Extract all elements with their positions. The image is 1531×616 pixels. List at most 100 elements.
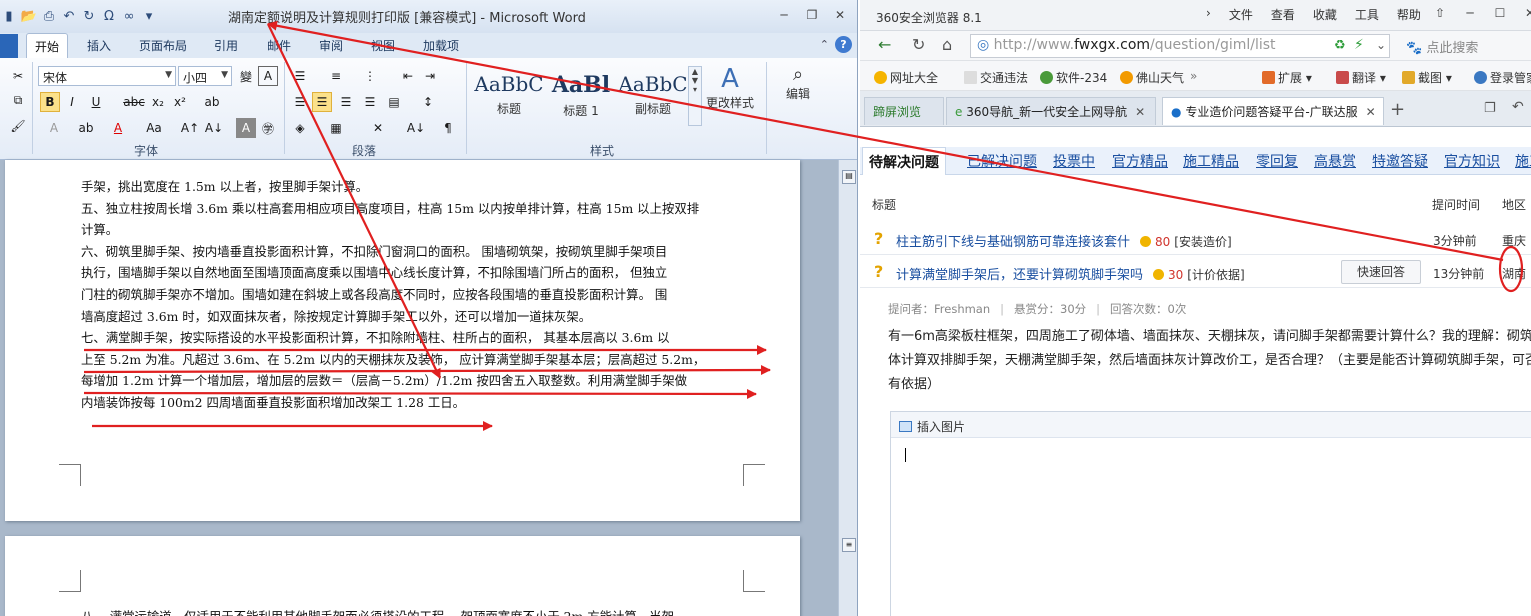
document-body[interactable]: 手架，挑出宽度在 1.5m 以上者，按里脚手架计算。 五、独立柱按周长增 3.6…: [81, 176, 751, 414]
copy-icon[interactable]: ⧉: [8, 90, 28, 110]
cat-construction-best[interactable]: 施工精品: [1183, 151, 1239, 171]
cat-official-knowledge[interactable]: 官方知识: [1444, 151, 1500, 171]
decrease-indent-icon[interactable]: ⇤: [398, 66, 418, 86]
tab-list-icon[interactable]: ❐: [1484, 101, 1496, 116]
print-icon[interactable]: ⎙: [40, 7, 58, 25]
search-input[interactable]: 🐾 点此搜索: [1400, 34, 1531, 58]
menu-chevron-icon[interactable]: ›: [1206, 6, 1211, 23]
pin-icon[interactable]: ⇧: [1430, 4, 1450, 22]
increase-indent-icon[interactable]: ⇥: [420, 66, 440, 86]
new-tab-icon[interactable]: +: [1390, 99, 1405, 120]
tab-close-icon[interactable]: ✕: [1366, 105, 1376, 119]
home-icon[interactable]: ⌂: [942, 35, 952, 54]
menu-view[interactable]: 查看: [1271, 6, 1295, 23]
style-heading1[interactable]: AaBl 标题 1: [546, 68, 616, 126]
fav-item-software[interactable]: 软件-234: [1040, 69, 1107, 86]
cat-solved[interactable]: 已解决问题: [967, 151, 1037, 171]
redo-icon[interactable]: ↻: [80, 7, 98, 25]
tab-home[interactable]: 开始: [26, 33, 69, 59]
bullets-icon[interactable]: ☰: [290, 66, 310, 86]
distributed-icon[interactable]: ▤: [384, 92, 404, 112]
menu-help[interactable]: 帮助: [1397, 6, 1421, 23]
close-icon[interactable]: ✕: [830, 6, 850, 24]
file-menu-button[interactable]: [0, 34, 18, 58]
question-row[interactable]: ? 柱主筋引下线与基础钢筋可靠连接该套什 80 [安装造价] 3分钟前 重庆: [860, 223, 1531, 255]
chinese-layout-icon[interactable]: ✕: [368, 118, 388, 138]
superscript-button[interactable]: x²: [170, 92, 190, 112]
back-icon[interactable]: ←: [878, 35, 891, 54]
cat-unsolved[interactable]: 待解决问题: [862, 147, 946, 175]
sort-icon[interactable]: A↓: [406, 118, 426, 138]
char-border-icon[interactable]: A: [258, 66, 278, 86]
url-dropdown-icon[interactable]: ⌄: [1376, 38, 1386, 52]
vertical-scrollbar[interactable]: ▤ ≡: [838, 160, 857, 616]
menu-file[interactable]: 文件: [1229, 6, 1253, 23]
ruler-toggle-icon[interactable]: ▤: [842, 170, 856, 184]
strikethrough-button[interactable]: abc: [123, 92, 145, 112]
show-marks-icon[interactable]: ¶: [438, 118, 458, 138]
security-icon[interactable]: ♻: [1334, 38, 1346, 53]
bold-button[interactable]: B: [40, 92, 60, 112]
font-color-icon[interactable]: A: [108, 118, 128, 138]
tab-insert[interactable]: 插入: [87, 37, 111, 54]
align-left-icon[interactable]: ☰: [290, 92, 310, 112]
menu-tools[interactable]: 工具: [1355, 6, 1379, 23]
numbering-icon[interactable]: ≡: [326, 66, 346, 86]
tab-close-icon[interactable]: ✕: [1135, 105, 1145, 119]
italic-button[interactable]: I: [62, 92, 82, 112]
browser-minimize-icon[interactable]: ─: [1460, 4, 1480, 22]
question-tag[interactable]: [安装造价]: [1174, 235, 1231, 249]
word-logo-icon[interactable]: ▮: [0, 7, 18, 25]
refresh-icon[interactable]: ↻: [912, 35, 925, 54]
subscript-button[interactable]: x₂: [148, 92, 168, 112]
cat-high-reward[interactable]: 高悬赏: [1314, 151, 1356, 171]
shrink-font-icon[interactable]: A↓: [204, 118, 224, 138]
font-size-combo[interactable]: 小四 ▼: [178, 66, 232, 86]
question-row[interactable]: ? 计算满堂脚手架后，还要计算砌筑脚手架吗 30 [计价依据] 快速回答 13分钟前…: [860, 256, 1531, 288]
speed-mode-icon[interactable]: ⚡: [1354, 37, 1364, 53]
cut-icon[interactable]: ✂: [8, 66, 28, 86]
multilevel-list-icon[interactable]: ⋮: [360, 66, 380, 86]
change-case-icon[interactable]: Aa: [144, 118, 164, 138]
underline-button[interactable]: U: [86, 92, 106, 112]
tab-review[interactable]: 审阅: [319, 37, 343, 54]
format-painter-icon[interactable]: 🖌: [8, 116, 28, 136]
change-styles-button[interactable]: A 更改样式: [704, 64, 756, 111]
fav-item-nav[interactable]: 网址大全: [874, 69, 938, 86]
menu-favorites[interactable]: 收藏: [1313, 6, 1337, 23]
scroll-thumb[interactable]: ≡: [842, 538, 856, 552]
screenshot-button[interactable]: 截图 ▾: [1402, 69, 1452, 86]
align-center-icon[interactable]: ☰: [312, 92, 332, 112]
login-manager-button[interactable]: 登录管家: [1474, 69, 1531, 86]
more-symbols-icon[interactable]: ∞: [120, 7, 138, 25]
tab-addins[interactable]: 加载项: [423, 37, 459, 54]
browser-maximize-icon[interactable]: ☐: [1490, 4, 1510, 22]
tab-glodon-qa[interactable]: ● 专业造价问题答疑平台-广联达服 ✕: [1162, 97, 1384, 125]
document-page-2[interactable]: 八、 满堂运输道，仅适用于不能利用其他脚手架而必须搭设的工程， 架顶面宽度不小于…: [5, 536, 800, 616]
browser-close-icon[interactable]: ✕: [1520, 4, 1531, 22]
justify-icon[interactable]: ☰: [360, 92, 380, 112]
char-shading-icon[interactable]: A: [236, 118, 256, 138]
style-gallery-scroll[interactable]: ▲ ▼ ▾: [688, 66, 702, 126]
cat-construction-knowledge[interactable]: 施工知识: [1515, 151, 1531, 171]
restore-icon[interactable]: ❐: [802, 6, 822, 24]
omega-symbol-icon[interactable]: Ω: [100, 7, 118, 25]
undo-close-tab-icon[interactable]: ↶: [1512, 99, 1524, 115]
tab-split-screen[interactable]: 蹄屏浏览: [864, 97, 944, 125]
help-icon[interactable]: ?: [835, 36, 852, 53]
edit-button[interactable]: ⌕ 编辑: [772, 64, 824, 102]
url-input[interactable]: ◎ http://www.fwxgx.com/question/giml/lis…: [970, 34, 1390, 58]
font-name-combo[interactable]: 宋体 ▼: [38, 66, 176, 86]
style-title[interactable]: AaBbC 标题: [474, 68, 544, 126]
minimize-icon[interactable]: ─: [774, 6, 794, 24]
enclose-char-icon[interactable]: ㊫: [258, 118, 278, 138]
clear-format-icon[interactable]: ab: [202, 92, 222, 112]
highlight-icon[interactable]: ab: [76, 118, 96, 138]
cat-official-best[interactable]: 官方精品: [1112, 151, 1168, 171]
minimize-ribbon-icon[interactable]: ⌃: [820, 38, 829, 51]
tab-mailings[interactable]: 邮件: [267, 37, 291, 54]
cat-invited[interactable]: 特邀答疑: [1372, 151, 1428, 171]
style-subtitle[interactable]: AaBbC 副标题: [618, 68, 688, 126]
tab-references[interactable]: 引用: [214, 37, 238, 54]
insert-image-button[interactable]: 插入图片: [899, 420, 965, 434]
